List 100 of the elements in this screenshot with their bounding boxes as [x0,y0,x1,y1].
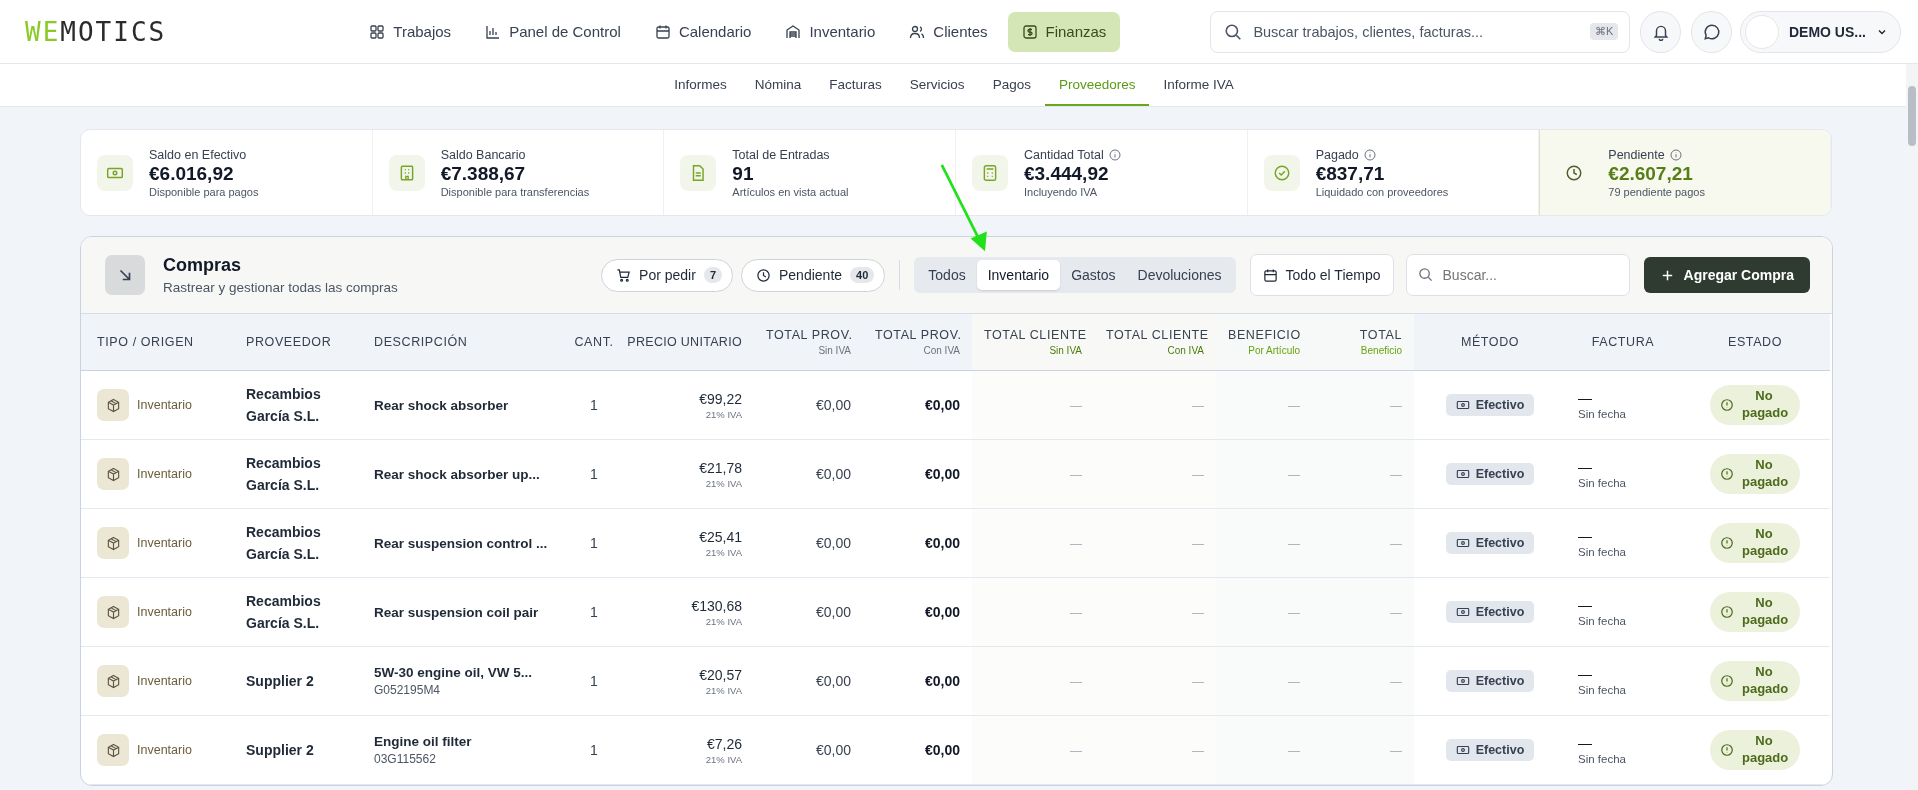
supplier-name: Recambios García S.L. [246,454,321,493]
sub-tab[interactable]: Facturas [815,64,896,106]
payment-method-tag: Efectivo [1445,532,1535,554]
messages-button[interactable] [1691,10,1732,53]
description-text: Engine oil filter [374,734,473,749]
invoice-date: Sin fecha [1578,753,1627,765]
column-header: TOTAL PROV. [766,328,851,342]
amount: €0,00 [815,673,851,689]
add-purchase-button[interactable]: Agregar Compra [1643,257,1810,293]
invoice-date: Sin fecha [1578,615,1627,627]
column-subheader: Con IVA [922,345,960,356]
vat-rate: 21% IVA [704,408,742,420]
notifications-button[interactable] [1640,10,1682,53]
segment-tab[interactable]: Gastos [1060,260,1127,290]
supplier-name: Recambios García S.L. [246,385,321,424]
stat-label: Pagado [1315,147,1359,162]
amount: €0,00 [815,535,851,551]
empty-value: — [1288,468,1300,482]
part-number: G052195M4 [374,683,442,697]
invoice-number: — [1578,390,1593,406]
stat-value: €6.016,92 [149,162,235,185]
empty-value: — [1192,399,1204,413]
filter-pill[interactable]: Pendiente 40 [741,258,886,292]
description-text: 5W-30 engine oil, VW 5... [374,665,533,680]
quantity: 1 [590,673,598,689]
payment-method-tag: Efectivo [1445,601,1535,623]
payment-method-tag: Efectivo [1445,739,1535,761]
nav-tab[interactable]: Panel de Control [471,11,635,52]
nav-tab[interactable]: Inventario [771,11,890,52]
type-label: Inventario [137,398,192,412]
invoice-number: — [1578,666,1593,682]
status-badge: No pagado [1710,523,1800,563]
nav-tab[interactable]: Clientes [895,11,1002,52]
segment-tab[interactable]: Devoluciones [1126,260,1233,290]
sub-tab[interactable]: Nómina [740,64,816,106]
unit-price: €20,57 [698,666,742,683]
banknote-icon [1455,536,1470,550]
description-text: Rear suspension coil pair [374,604,540,620]
sub-tab[interactable]: Proveedores [1044,64,1150,106]
status-badge: No pagado [1710,592,1800,632]
unit-price: €21,78 [698,459,742,476]
amount: €0,00 [924,466,960,482]
nav-tab[interactable]: Calendario [640,11,766,52]
column-header: BENEFICIO [1228,328,1300,342]
stat-note: Disponible para transferencias [440,185,590,198]
calendar-icon [1262,267,1278,283]
card-subtitle: Rastrear y gestionar todas las compras [163,280,398,295]
column-header: ESTADO [1726,335,1784,349]
filter-pill[interactable]: Por pedir 7 [601,258,733,292]
vat-rate: 21% IVA [704,684,742,696]
sub-tab[interactable]: Informes [660,64,741,106]
package-icon [97,596,129,628]
invoice-date: Sin fecha [1578,546,1627,558]
payment-method-tag: Efectivo [1445,463,1535,485]
segment-tab[interactable]: Todos [917,260,977,290]
amount: €0,00 [815,604,851,620]
banknote-icon [1455,605,1470,619]
supplier-name: Recambios García S.L. [246,523,321,562]
banknote-icon [1455,467,1470,481]
segment-tab[interactable]: Inventario [976,260,1061,290]
amount: €0,00 [815,466,851,482]
banknote-icon [1455,674,1470,688]
empty-value: — [1390,675,1402,689]
banknote-icon [1455,743,1470,757]
date-range-button[interactable]: Todo el Tiempo [1249,254,1394,296]
sub-tab[interactable]: Pagos [978,64,1045,106]
arrow-down-right-icon [105,255,145,295]
count-badge: 7 [703,267,722,283]
sub-tab[interactable]: Informe IVA [1149,64,1248,106]
amount: €0,00 [815,397,851,413]
empty-value: — [1070,675,1082,689]
shortcut-hint: ⌘K [1590,22,1619,40]
document-icon [680,154,717,191]
supplier-name: Recambios García S.L. [246,592,321,631]
column-header: PRECIO UNITARIO [626,335,742,349]
stat-label: Saldo en Efectivo [149,147,247,162]
unit-price: €130,68 [690,597,742,614]
vat-rate: 21% IVA [704,615,742,627]
package-icon [97,734,129,766]
column-header: TOTAL PROV. [875,328,960,342]
invoice-number: — [1578,597,1593,613]
description-text: Rear shock absorber [374,397,510,413]
nav-tab[interactable]: Trabajos [355,11,466,52]
empty-value: — [1288,399,1300,413]
column-header: TOTAL [1358,328,1402,342]
sub-tab[interactable]: Servicios [895,64,979,106]
cart-icon [616,267,632,283]
user-menu[interactable]: DEMO US... [1739,10,1901,53]
logo[interactable]: WEMOTICS [25,16,198,47]
stat-value: €837,71 [1315,162,1386,185]
empty-value: — [1070,399,1082,413]
search-field[interactable]: Buscar... [1405,254,1630,296]
column-header: PROVEEDOR [246,335,333,349]
nav-tab[interactable]: Finanzas [1007,11,1121,52]
empty-value: — [1288,537,1300,551]
stat-value: €7.388,67 [440,162,527,185]
calendar-icon [654,23,671,40]
column-subheader: Por Artículo [1247,345,1300,356]
quantity: 1 [590,466,598,482]
empty-value: — [1070,606,1082,620]
